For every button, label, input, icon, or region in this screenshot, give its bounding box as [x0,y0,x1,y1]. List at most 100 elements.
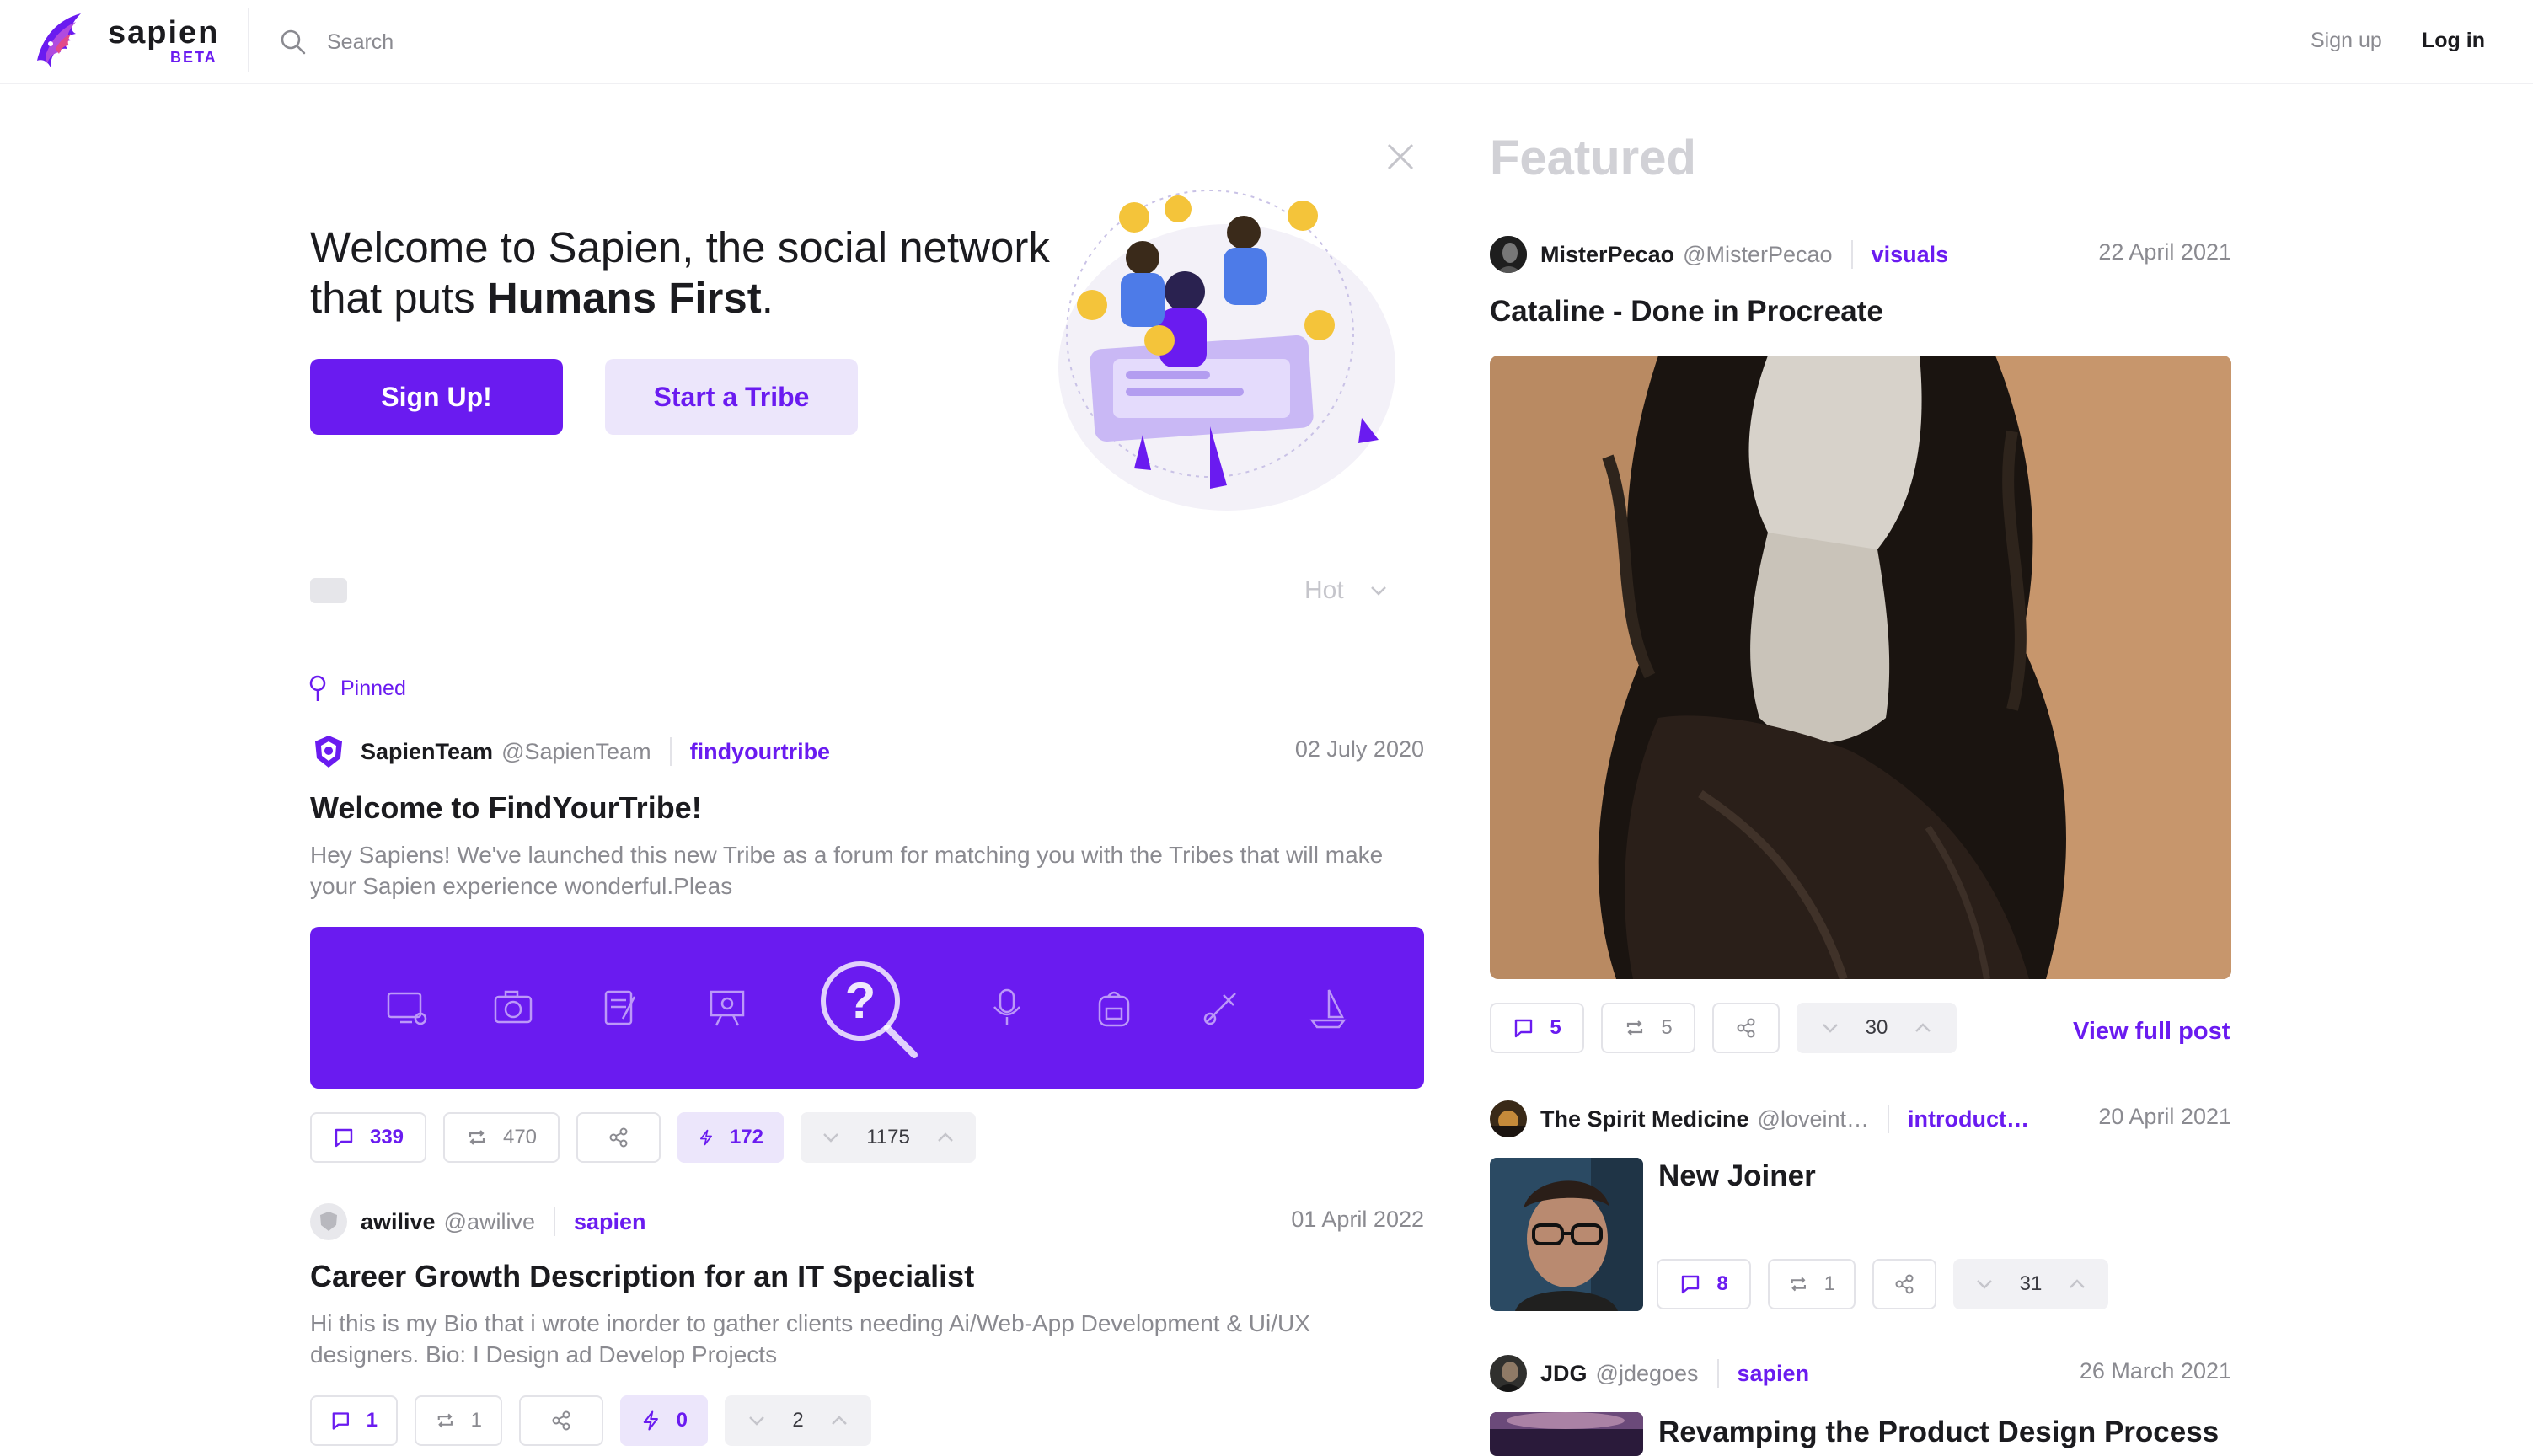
post-handle[interactable]: @awilive [444,1209,535,1235]
featured-date: 20 April 2021 [2098,1104,2231,1129]
comment-button[interactable]: 339 [310,1112,426,1163]
post-tribe-link[interactable]: findyourtribe [690,739,831,765]
chevron-down-icon[interactable] [747,1410,767,1431]
feed-filter-chip[interactable] [310,578,347,603]
welcome-illustration [1058,190,1395,511]
vote-control[interactable]: 1175 [801,1112,976,1163]
beta-badge: BETA [170,49,217,66]
featured-tribe-link[interactable]: sapien [1738,1361,1810,1387]
featured-title[interactable]: Cataline - Done in Procreate [1490,295,1883,329]
post-title[interactable]: Welcome to FindYourTribe! [310,790,702,826]
signup-link[interactable]: Sign up [2311,29,2382,53]
awilive-avatar[interactable] [310,1203,347,1240]
featured-title[interactable]: New Joiner [1658,1159,1816,1193]
chevron-down-icon[interactable] [1974,1274,1995,1294]
meta-divider [1716,1359,1719,1388]
featured-username[interactable]: MisterPecao [1540,242,1674,268]
search-icon[interactable] [278,27,308,57]
view-full-post-link[interactable]: View full post [2073,1018,2230,1046]
repost-button[interactable]: 1 [415,1395,502,1446]
comment-count: 5 [1550,1016,1561,1039]
new-joiner-thumbnail[interactable] [1490,1158,1643,1311]
comment-count: 8 [1716,1272,1728,1295]
post-username[interactable]: awilive [361,1209,436,1235]
bolt-icon [699,1129,712,1146]
chevron-down-icon[interactable] [1820,1018,1840,1038]
product-design-thumbnail[interactable] [1490,1412,1643,1456]
pinned-indicator: Pinned [307,674,406,703]
post-title[interactable]: Career Growth Description for an IT Spec… [310,1259,974,1294]
repost-button[interactable]: 470 [443,1112,560,1163]
sapien-logo[interactable] [25,5,98,78]
jdg-avatar[interactable] [1490,1355,1527,1392]
share-button[interactable] [519,1395,603,1446]
featured-handle[interactable]: @MisterPecao [1683,242,1832,268]
post-username[interactable]: SapienTeam [361,739,493,765]
search-input[interactable] [327,29,748,55]
repost-icon [1627,1020,1643,1036]
featured-username[interactable]: JDG [1540,1361,1588,1387]
comment-button[interactable]: 8 [1657,1259,1751,1309]
svg-text:?: ? [845,972,876,1029]
featured-actions: 8 1 31 [1657,1259,2108,1309]
post-handle[interactable]: @SapienTeam [501,739,651,765]
comment-button[interactable]: 1 [310,1395,398,1446]
boost-button[interactable]: 172 [677,1112,784,1163]
chevron-up-icon[interactable] [935,1127,956,1148]
repost-count: 470 [502,1126,538,1148]
share-icon [1895,1274,1914,1294]
featured-author-row: JDG @jdegoes sapien [1490,1355,1809,1392]
vote-count: 1175 [866,1126,910,1148]
post-excerpt[interactable]: Hi this is my Bio that i wrote inorder t… [310,1308,1424,1370]
repost-button[interactable]: 1 [1768,1259,1856,1309]
featured-artwork-image[interactable] [1490,356,2231,979]
share-button[interactable] [1712,1003,1780,1053]
pin-icon [309,675,326,701]
repost-icon [1791,1277,1806,1292]
repost-icon [469,1130,485,1145]
post-author-row: awilive @awilive sapien [310,1203,646,1240]
boost-count: 172 [729,1126,763,1148]
share-button[interactable] [1872,1259,1936,1309]
repost-count: 1 [1823,1272,1835,1295]
chevron-down-icon[interactable] [821,1127,841,1148]
spirit-medicine-avatar[interactable] [1490,1100,1527,1138]
sapienteam-avatar[interactable] [310,733,347,770]
brand-name[interactable]: sapien [108,15,219,51]
header-divider [248,8,249,72]
comment-button[interactable]: 5 [1490,1003,1584,1053]
microphone-icon [993,988,1021,1025]
post-banner-image[interactable]: ? [310,927,1424,1089]
repost-button[interactable]: 5 [1601,1003,1695,1053]
start-tribe-button[interactable]: Start a Tribe [605,359,858,435]
boost-button[interactable]: 0 [620,1395,708,1446]
chevron-up-icon[interactable] [2067,1274,2087,1294]
featured-tribe-link[interactable]: introduct… [1908,1106,2029,1132]
chevron-up-icon[interactable] [1913,1018,1933,1038]
featured-tribe-link[interactable]: visuals [1872,242,1949,268]
sort-dropdown[interactable]: Hot [1304,576,1388,605]
share-button[interactable] [576,1112,661,1163]
post-actions: 1 1 0 2 [310,1395,871,1446]
chevron-down-icon [1370,586,1386,596]
login-link[interactable]: Log in [2422,29,2485,53]
featured-handle[interactable]: @loveint… [1758,1106,1869,1132]
question-search-icon: ? [820,961,918,1058]
vote-control[interactable]: 30 [1797,1003,1957,1053]
featured-title[interactable]: Revamping the Product Design Process [1658,1416,2219,1449]
backpack-icon [1098,991,1130,1027]
post-excerpt[interactable]: Hey Sapiens! We've launched this new Tri… [310,839,1424,902]
vote-control[interactable]: 2 [725,1395,871,1446]
post-tribe-link[interactable]: sapien [574,1209,646,1235]
search-bar[interactable] [278,20,784,64]
comment-count: 1 [366,1409,378,1432]
misterpecao-avatar[interactable] [1490,236,1527,273]
featured-handle[interactable]: @jdegoes [1596,1361,1699,1387]
chevron-up-icon[interactable] [829,1410,849,1431]
signup-button[interactable]: Sign Up! [310,359,563,435]
featured-username[interactable]: The Spirit Medicine [1540,1106,1749,1132]
post-date: 01 April 2022 [1291,1207,1424,1232]
vote-control[interactable]: 31 [1953,1259,2108,1309]
tools-icon [1204,993,1237,1025]
post-actions: 339 470 172 1175 [310,1112,976,1163]
